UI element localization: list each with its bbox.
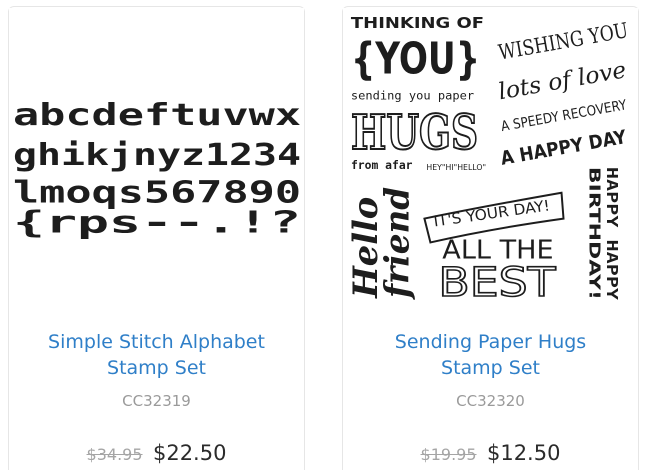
product-sku: CC32320	[456, 392, 525, 410]
stamp-text-thinking-of: THINKING OF	[351, 14, 484, 32]
original-price: $34.95	[86, 445, 143, 464]
product-image-link[interactable]: THINKING OF {YOU} sending you paper HUGS…	[343, 7, 638, 307]
stamp-text-you: {YOU}	[351, 34, 480, 85]
product-title-line1: Simple Stitch Alphabet	[48, 331, 265, 353]
product-title-line2: Stamp Set	[107, 357, 206, 379]
product-title-line2: Stamp Set	[441, 357, 540, 379]
stamp-row-4: {rps--.!?	[13, 205, 301, 240]
sale-price: $22.50	[152, 441, 227, 465]
product-card: THINKING OF {YOU} sending you paper HUGS…	[342, 6, 639, 470]
product-title-link[interactable]: Sending Paper Hugs Stamp Set	[343, 329, 638, 381]
stamp-text-hugs: HUGS	[351, 105, 478, 161]
product-image-alphabet: abcdeftuvwx ghikjnyz1234 lmoqs567890 {rp…	[9, 8, 304, 306]
stamp-row-1: abcdeftuvwx	[13, 98, 301, 133]
stamp-text-friend: friend	[377, 187, 417, 300]
product-image-link[interactable]: abcdeftuvwx ghikjnyz1234 lmoqs567890 {rp…	[9, 7, 304, 307]
stamp-text-happy-happy: HAPPY HAPPY	[603, 167, 621, 300]
product-title-line1: Sending Paper Hugs	[394, 331, 587, 353]
stamp-text-birthday: BIRTHDAY!	[585, 167, 603, 300]
product-price: $19.95 $12.50	[343, 441, 638, 465]
stamp-text-sending: sending you paper	[351, 88, 474, 102]
product-sku: CC32319	[122, 392, 191, 410]
product-card: abcdeftuvwx ghikjnyz1234 lmoqs567890 {rp…	[8, 6, 305, 470]
original-price: $19.95	[420, 445, 477, 464]
product-price: $34.95 $22.50	[9, 441, 304, 465]
stamp-text-from-afar: from afar	[351, 158, 413, 172]
stamp-row-2: ghikjnyz1234	[13, 138, 301, 173]
stamp-text-hey-hi-hello: HEY"HI"HELLO"	[426, 163, 486, 172]
product-title-link[interactable]: Simple Stitch Alphabet Stamp Set	[9, 329, 304, 381]
sale-price: $12.50	[486, 441, 561, 465]
stamp-text-best: BEST	[438, 260, 556, 306]
product-image-paper-hugs: THINKING OF {YOU} sending you paper HUGS…	[343, 8, 638, 307]
